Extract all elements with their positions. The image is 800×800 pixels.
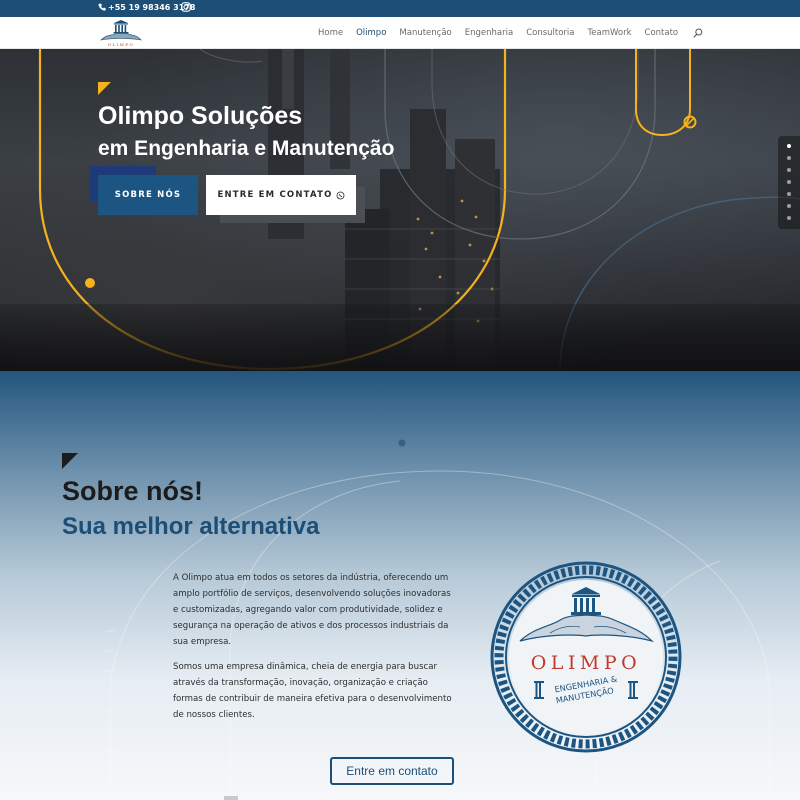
nav-engenharia[interactable]: Engenharia (465, 28, 513, 38)
slide-dot-7[interactable] (787, 216, 791, 220)
hero-title: Olimpo Soluções (98, 102, 303, 130)
nav-consultoria[interactable]: Consultoria (526, 28, 574, 38)
about-paragraph-2: Somos uma empresa dinâmica, cheia de ene… (173, 662, 452, 720)
site-header: OLIMPO Home Olimpo Manutenção Engenharia… (0, 17, 800, 49)
contact-button-label: ENTRE EM CONTATO (217, 190, 333, 200)
nav-olimpo[interactable]: Olimpo (356, 28, 386, 38)
slide-dot-1[interactable] (787, 144, 791, 148)
hero-section: Olimpo Soluções em Engenharia e Manutenç… (0, 49, 800, 371)
search-icon[interactable] (693, 28, 703, 38)
scroll-tab[interactable] (224, 796, 238, 800)
olimpo-badge-logo: OLIMPO ENGENHARIA & MANUTENÇÃO (490, 561, 682, 753)
slide-pagination (778, 136, 800, 229)
slide-dot-3[interactable] (787, 168, 791, 172)
instagram-icon[interactable] (181, 2, 191, 12)
corner-accent-icon (62, 453, 78, 469)
slide-dot-6[interactable] (787, 204, 791, 208)
nav-teamwork[interactable]: TeamWork (588, 28, 632, 38)
badge-name: OLIMPO (531, 652, 642, 674)
whatsapp-icon (336, 191, 344, 199)
nav-home[interactable]: Home (318, 28, 343, 38)
about-subheading: Sua melhor alternativa (62, 513, 320, 540)
contact-us-button[interactable]: ENTRE EM CONTATO (206, 175, 356, 215)
corner-accent-icon (98, 82, 111, 95)
hero-ground (0, 304, 800, 371)
nav-manutencao[interactable]: Manutenção (399, 28, 451, 38)
nav-contato[interactable]: Contato (645, 28, 679, 38)
about-us-button[interactable]: SOBRE NÓS (98, 175, 198, 215)
svg-text:OLIMPO: OLIMPO (108, 42, 135, 47)
slide-dot-5[interactable] (787, 192, 791, 196)
about-paragraph-1: A Olimpo atua em todos os setores da ind… (173, 573, 451, 647)
about-section: Sobre nós! Sua melhor alternativa A Olim… (0, 371, 800, 800)
get-in-touch-button[interactable]: Entre em contato (330, 757, 454, 785)
slide-dot-4[interactable] (787, 180, 791, 184)
about-heading: Sobre nós! (62, 476, 204, 506)
slide-dot-2[interactable] (787, 156, 791, 160)
hero-subtitle: em Engenharia e Manutenção (98, 137, 395, 160)
main-nav: Home Olimpo Manutenção Engenharia Consul… (318, 17, 703, 49)
phone-icon (98, 3, 106, 11)
olimpo-temple-logo[interactable]: OLIMPO (100, 19, 142, 47)
top-bar: +55 19 98346 3178 (0, 0, 800, 17)
